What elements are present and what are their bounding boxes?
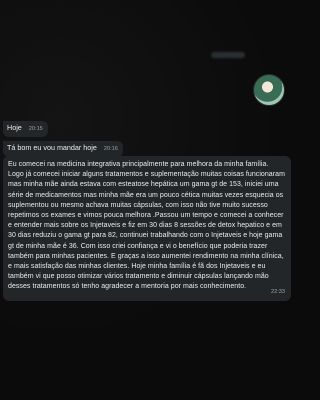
blurred-previous-message xyxy=(211,52,245,58)
message-text: Hoje xyxy=(7,123,22,132)
chat-area: Hoje 20:15 Tá bom eu vou mandar hoje 20:… xyxy=(0,0,295,400)
message-time: 20:15 xyxy=(28,126,43,132)
message-bubble[interactable]: Tá bom eu vou mandar hoje 20:16 xyxy=(3,141,123,158)
message-bubble[interactable]: Hoje 20:15 xyxy=(3,121,48,138)
message-time: 22:33 xyxy=(271,289,285,296)
message-text: Tá bom eu vou mandar hoje xyxy=(7,143,97,152)
message-text: Eu comecei na medicina integrativa princ… xyxy=(8,161,285,291)
message-bubble[interactable]: Eu comecei na medicina integrativa princ… xyxy=(3,156,291,301)
contact-avatar[interactable] xyxy=(253,74,285,106)
message-time: 20:16 xyxy=(103,146,118,152)
